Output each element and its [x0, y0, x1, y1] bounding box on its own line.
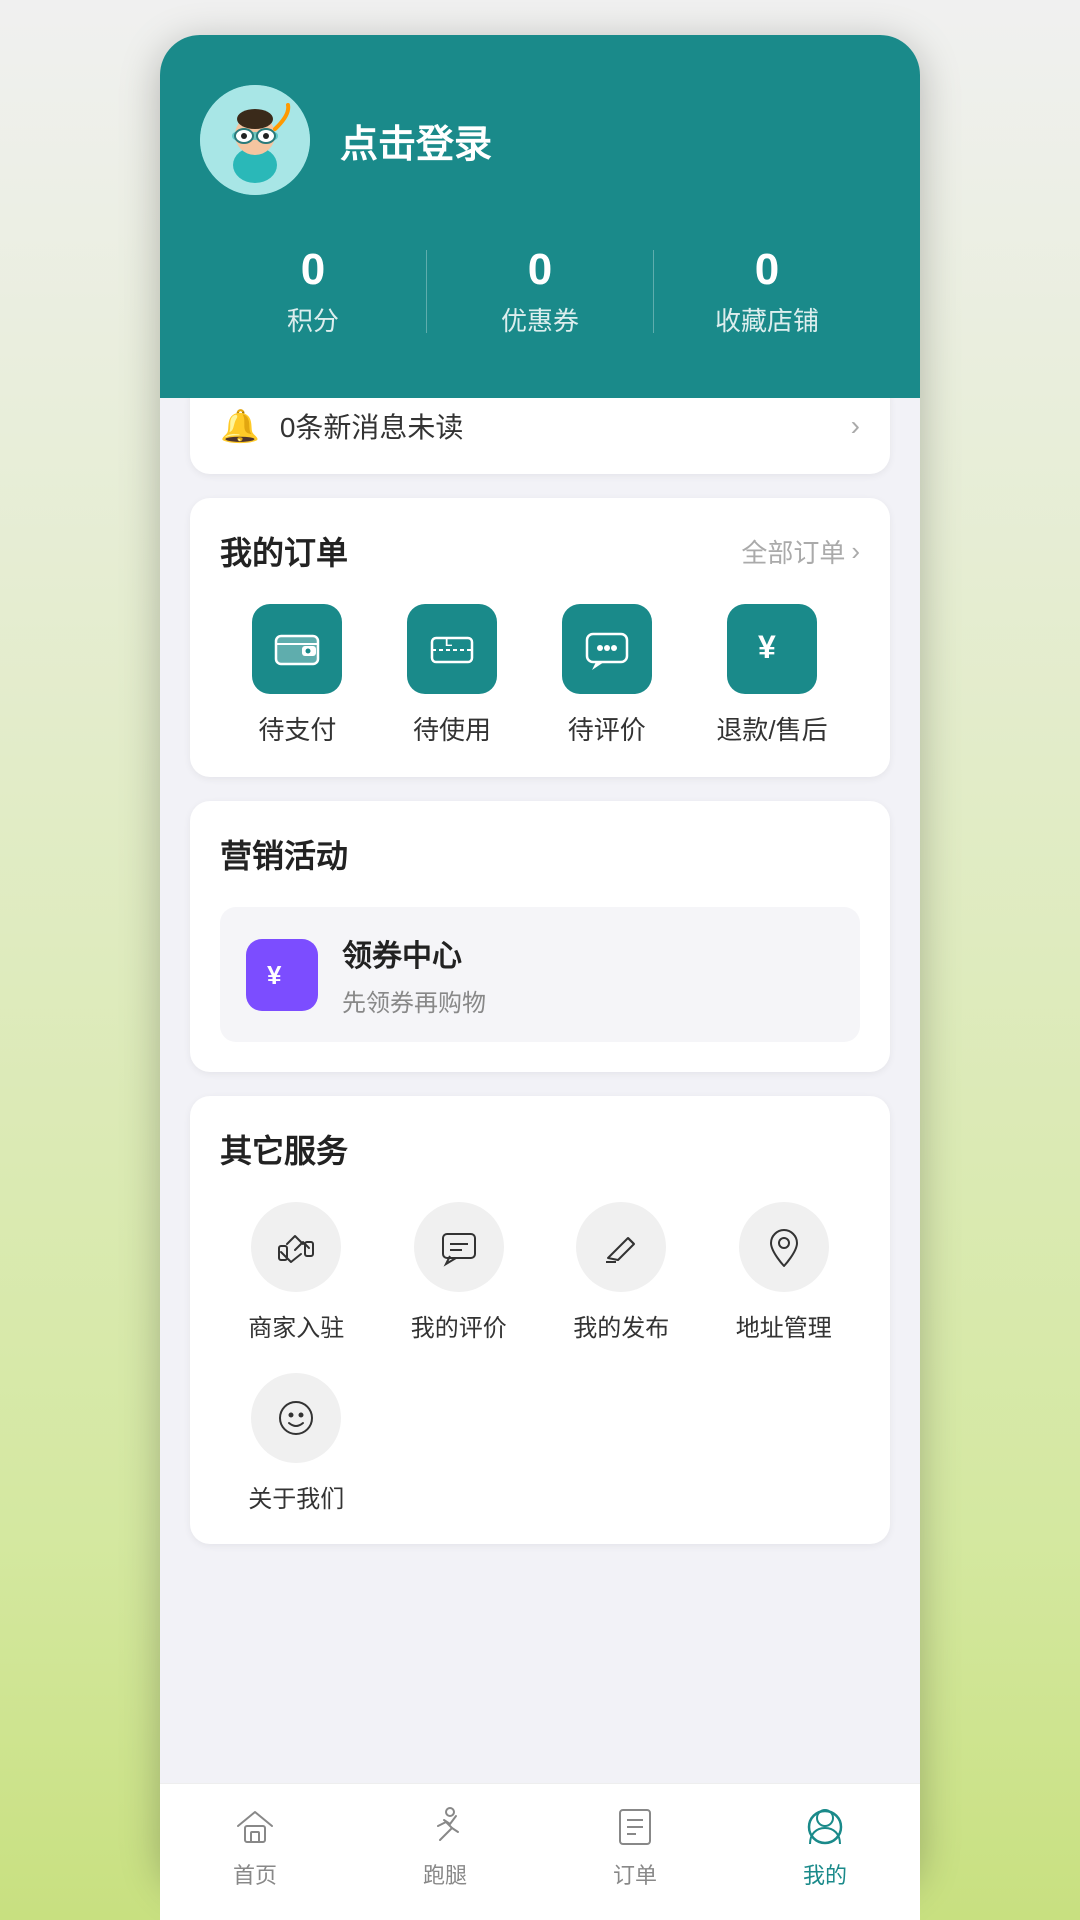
- service-merchant[interactable]: 商家入驻: [220, 1202, 373, 1343]
- nav-home[interactable]: 首页: [232, 1804, 278, 1885]
- order-icons-row: 待支付 L 待使用: [220, 604, 860, 747]
- pending-review-label: 待评价: [568, 710, 646, 747]
- errand-icon: [422, 1804, 468, 1850]
- phone-frame: 点击登录 0 积分 0 优惠券 0 收藏店铺 🔔 0条新消息未读: [160, 35, 920, 1885]
- address-label: 地址管理: [736, 1308, 832, 1343]
- points-label: 积分: [200, 301, 426, 338]
- services-grid: 商家入驻 我的评价: [220, 1202, 860, 1514]
- review-icon-circle: [414, 1202, 504, 1292]
- publish-label: 我的发布: [573, 1308, 669, 1343]
- pending-use-icon-box: L: [407, 604, 497, 694]
- mine-label: 我的: [803, 1858, 847, 1885]
- coupon-text-group: 领券中心 先领券再购物: [342, 931, 486, 1018]
- publish-icon-circle: [576, 1202, 666, 1292]
- pending-payment-icon-box: [252, 604, 342, 694]
- stats-row: 0 积分 0 优惠券 0 收藏店铺: [200, 245, 880, 338]
- pending-payment-label: 待支付: [258, 710, 336, 747]
- orders-nav-label: 订单: [613, 1858, 657, 1885]
- points-value: 0: [200, 245, 426, 295]
- service-publish[interactable]: 我的发布: [545, 1202, 698, 1343]
- marketing-title: 营销活动: [220, 831, 348, 877]
- stat-coupons[interactable]: 0 优惠券: [427, 245, 653, 338]
- home-label: 首页: [233, 1858, 277, 1885]
- order-refund[interactable]: ¥ 退款/售后: [716, 604, 827, 747]
- merchant-label: 商家入驻: [248, 1308, 344, 1343]
- coupon-center-item[interactable]: ¥ 领券中心 先领券再购物: [220, 907, 860, 1042]
- home-icon: [232, 1804, 278, 1850]
- about-label: 关于我们: [248, 1479, 344, 1514]
- username-label[interactable]: 点击登录: [340, 113, 492, 168]
- stat-points[interactable]: 0 积分: [200, 245, 426, 338]
- profile-header: 点击登录 0 积分 0 优惠券 0 收藏店铺: [160, 35, 920, 398]
- svg-text:¥: ¥: [267, 960, 282, 990]
- address-icon-circle: [739, 1202, 829, 1292]
- services-header: 其它服务: [220, 1126, 860, 1172]
- bell-icon: 🔔: [220, 407, 260, 445]
- coupon-icon-box: ¥: [246, 939, 318, 1011]
- service-about[interactable]: 关于我们: [220, 1373, 373, 1514]
- order-pending-use[interactable]: L 待使用: [407, 604, 497, 747]
- notification-text: 0条新消息未读: [280, 406, 464, 446]
- marketing-header: 营销活动: [220, 831, 860, 877]
- svg-text:L: L: [445, 635, 452, 649]
- orders-card: 我的订单 全部订单 ›: [190, 498, 890, 777]
- favorites-label: 收藏店铺: [654, 301, 880, 338]
- service-address[interactable]: 地址管理: [708, 1202, 861, 1343]
- order-pending-review[interactable]: 待评价: [562, 604, 652, 747]
- favorites-value: 0: [654, 245, 880, 295]
- notif-left: 🔔 0条新消息未读: [220, 406, 463, 446]
- refund-label: 退款/售后: [716, 710, 827, 747]
- nav-orders[interactable]: 订单: [612, 1804, 658, 1885]
- stat-favorites[interactable]: 0 收藏店铺: [654, 245, 880, 338]
- about-icon-circle: [251, 1373, 341, 1463]
- review-label: 我的评价: [411, 1308, 507, 1343]
- all-orders-link[interactable]: 全部订单 ›: [741, 533, 860, 570]
- nav-mine[interactable]: 我的: [802, 1804, 848, 1885]
- order-pending-payment[interactable]: 待支付: [252, 604, 342, 747]
- other-services-card: 其它服务 商家入驻: [190, 1096, 890, 1544]
- orders-icon: [612, 1804, 658, 1850]
- mine-icon: [802, 1804, 848, 1850]
- marketing-card: 营销活动 ¥ 领券中心 先领券再购物: [190, 801, 890, 1072]
- orders-title: 我的订单: [220, 528, 348, 574]
- refund-icon-box: ¥: [727, 604, 817, 694]
- services-title: 其它服务: [220, 1126, 348, 1172]
- coupons-label: 优惠券: [427, 301, 653, 338]
- coupons-value: 0: [427, 245, 653, 295]
- avatar[interactable]: [200, 85, 310, 195]
- bottom-nav: 首页 跑腿 订单: [160, 1783, 920, 1885]
- pending-review-icon-box: [562, 604, 652, 694]
- errand-label: 跑腿: [423, 1858, 467, 1885]
- merchant-icon-circle: [251, 1202, 341, 1292]
- service-review[interactable]: 我的评价: [383, 1202, 536, 1343]
- svg-text:¥: ¥: [758, 629, 776, 665]
- chevron-right-icon: ›: [851, 410, 860, 442]
- nav-errand[interactable]: 跑腿: [422, 1804, 468, 1885]
- orders-header: 我的订单 全部订单 ›: [220, 528, 860, 574]
- coupon-title: 领券中心: [342, 931, 486, 975]
- coupon-subtitle: 先领券再购物: [342, 983, 486, 1018]
- pending-use-label: 待使用: [413, 710, 491, 747]
